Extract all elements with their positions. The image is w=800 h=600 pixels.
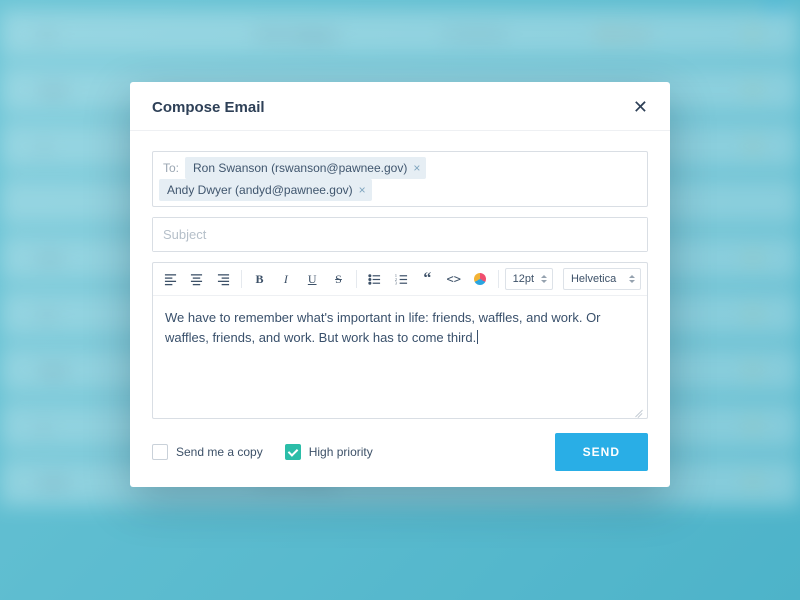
editor-toolbar: B I U S 123 “ <> 12pt xyxy=(153,263,647,296)
toolbar-separator xyxy=(241,270,242,288)
strikethrough-button[interactable]: S xyxy=(327,268,350,290)
compose-email-modal: Compose Email ✕ To: Ron Swanson (rswanso… xyxy=(130,82,670,487)
subject-field-wrapper xyxy=(152,217,648,252)
bullet-list-button[interactable] xyxy=(363,268,386,290)
font-size-value: 12pt xyxy=(513,273,534,285)
font-size-select[interactable]: 12pt xyxy=(505,268,553,290)
align-center-button[interactable] xyxy=(185,268,208,290)
modal-header: Compose Email ✕ xyxy=(130,82,670,131)
send-copy-checkbox[interactable]: Send me a copy xyxy=(152,444,263,460)
align-left-button[interactable] xyxy=(159,268,182,290)
high-priority-label: High priority xyxy=(309,445,373,459)
font-family-value: Helvetica xyxy=(571,273,616,285)
checkbox-box xyxy=(152,444,168,460)
remove-recipient-icon[interactable]: × xyxy=(413,161,420,175)
remove-recipient-icon[interactable]: × xyxy=(359,183,366,197)
email-body-text: We have to remember what's important in … xyxy=(165,310,601,345)
bold-button[interactable]: B xyxy=(248,268,271,290)
recipient-chip-label: Ron Swanson (rswanson@pawnee.gov) xyxy=(193,161,407,175)
to-label: To: xyxy=(159,161,185,175)
align-right-button[interactable] xyxy=(212,268,235,290)
color-picker-icon xyxy=(474,273,486,285)
underline-button[interactable]: U xyxy=(301,268,324,290)
email-body-textarea[interactable]: We have to remember what's important in … xyxy=(153,296,647,418)
resize-handle[interactable] xyxy=(634,405,644,415)
italic-button[interactable]: I xyxy=(274,268,297,290)
recipient-chip-label: Andy Dwyer (andyd@pawnee.gov) xyxy=(167,183,353,197)
recipient-chip[interactable]: Andy Dwyer (andyd@pawnee.gov) × xyxy=(159,179,372,201)
send-copy-label: Send me a copy xyxy=(176,445,263,459)
sort-arrows-icon xyxy=(629,275,635,283)
numbered-list-button[interactable]: 123 xyxy=(389,268,412,290)
text-cursor xyxy=(477,330,478,344)
font-family-select[interactable]: Helvetica xyxy=(563,268,641,290)
editor: B I U S 123 “ <> 12pt xyxy=(152,262,648,419)
subject-input[interactable] xyxy=(153,218,647,251)
toolbar-separator xyxy=(356,270,357,288)
close-button[interactable]: ✕ xyxy=(633,98,648,116)
modal-footer: Send me a copy High priority SEND xyxy=(152,419,648,471)
recipient-chip[interactable]: Ron Swanson (rswanson@pawnee.gov) × xyxy=(185,157,426,179)
svg-text:3: 3 xyxy=(395,281,397,285)
blockquote-button[interactable]: “ xyxy=(416,268,439,290)
modal-title: Compose Email xyxy=(152,99,265,116)
sort-arrows-icon xyxy=(541,275,547,283)
code-button[interactable]: <> xyxy=(442,268,465,290)
send-button[interactable]: SEND xyxy=(555,433,648,471)
to-field[interactable]: To: Ron Swanson (rswanson@pawnee.gov) × … xyxy=(152,151,648,207)
checkbox-box xyxy=(285,444,301,460)
text-color-button[interactable] xyxy=(468,268,491,290)
high-priority-checkbox[interactable]: High priority xyxy=(285,444,373,460)
toolbar-separator xyxy=(498,270,499,288)
